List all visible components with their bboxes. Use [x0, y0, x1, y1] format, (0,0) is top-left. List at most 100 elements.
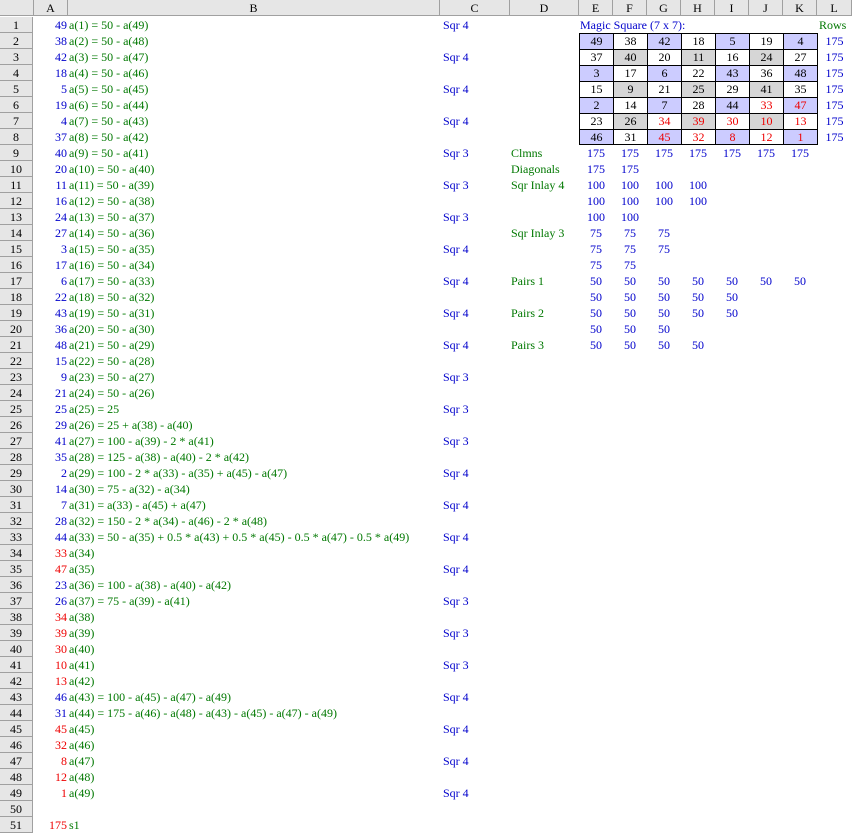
check-sum[interactable]: 50: [647, 337, 681, 353]
row-header-32[interactable]: 32: [0, 513, 33, 529]
magic-square-cell[interactable]: 27: [783, 49, 818, 65]
cell-a[interactable]: 11: [34, 177, 67, 193]
column-header-f[interactable]: F: [613, 0, 647, 16]
cell-a[interactable]: 24: [34, 209, 67, 225]
row-sum[interactable]: 175: [817, 97, 852, 113]
cell-a[interactable]: 46: [34, 689, 67, 705]
check-sum[interactable]: 50: [647, 305, 681, 321]
cell-b[interactable]: a(4) = 50 - a(46): [68, 65, 440, 81]
cell-a[interactable]: 38: [34, 33, 67, 49]
magic-square-cell[interactable]: 45: [647, 129, 681, 145]
row-header-27[interactable]: 27: [0, 433, 33, 449]
cell-a[interactable]: 16: [34, 193, 67, 209]
cell-a[interactable]: 41: [34, 433, 67, 449]
magic-square-cell[interactable]: 7: [647, 97, 681, 113]
check-sum[interactable]: 50: [681, 337, 715, 353]
check-sum[interactable]: 75: [613, 225, 647, 241]
check-sum[interactable]: 175: [579, 161, 613, 177]
row-header-17[interactable]: 17: [0, 273, 33, 289]
cell-b[interactable]: a(43) = 100 - a(45) - a(47) - a(49): [68, 689, 440, 705]
row-header-19[interactable]: 19: [0, 305, 33, 321]
row-header-11[interactable]: 11: [0, 177, 33, 193]
cell-a[interactable]: 39: [34, 625, 67, 641]
magic-square-cell[interactable]: 12: [749, 129, 783, 145]
magic-square-cell[interactable]: 19: [749, 33, 783, 49]
magic-square-cell[interactable]: 39: [681, 113, 715, 129]
row-sum[interactable]: 175: [817, 81, 852, 97]
cell-b[interactable]: a(17) = 50 - a(33): [68, 273, 440, 289]
cell-c[interactable]: Sqr 4: [443, 529, 469, 545]
row-header-46[interactable]: 46: [0, 737, 33, 753]
magic-square-cell[interactable]: 37: [579, 49, 613, 65]
magic-square-cell[interactable]: 22: [681, 65, 715, 81]
check-sum[interactable]: 175: [579, 145, 613, 161]
check-sum[interactable]: 100: [647, 177, 681, 193]
cell-b[interactable]: a(39): [68, 625, 440, 641]
cell-a[interactable]: 36: [34, 321, 67, 337]
cell-b[interactable]: a(48): [68, 769, 440, 785]
row-header-4[interactable]: 4: [0, 65, 33, 81]
column-header-c[interactable]: C: [440, 0, 510, 16]
cell-c[interactable]: Sqr 3: [443, 625, 469, 641]
cell-a[interactable]: 34: [34, 609, 67, 625]
check-sum[interactable]: 50: [579, 321, 613, 337]
column-header-j[interactable]: J: [749, 0, 783, 16]
row-header-50[interactable]: 50: [0, 801, 33, 817]
row-header-30[interactable]: 30: [0, 481, 33, 497]
cell-a[interactable]: 15: [34, 353, 67, 369]
row-header-34[interactable]: 34: [0, 545, 33, 561]
cell-b[interactable]: s1: [68, 817, 440, 833]
row-header-10[interactable]: 10: [0, 161, 33, 177]
row-header-44[interactable]: 44: [0, 705, 33, 721]
cell-b[interactable]: a(40): [68, 641, 440, 657]
cell-a[interactable]: 43: [34, 305, 67, 321]
magic-square-cell[interactable]: 24: [749, 49, 783, 65]
cell-a[interactable]: 14: [34, 481, 67, 497]
cell-c[interactable]: Sqr 3: [443, 433, 469, 449]
check-sum[interactable]: 50: [749, 273, 783, 289]
row-header-25[interactable]: 25: [0, 401, 33, 417]
magic-square-cell[interactable]: 20: [647, 49, 681, 65]
cell-a[interactable]: 47: [34, 561, 67, 577]
magic-square-cell[interactable]: 38: [613, 33, 647, 49]
cell-a[interactable]: 45: [34, 721, 67, 737]
row-header-45[interactable]: 45: [0, 721, 33, 737]
check-sum[interactable]: 100: [579, 209, 613, 225]
cell-b[interactable]: a(8) = 50 - a(42): [68, 129, 440, 145]
check-sum[interactable]: 50: [613, 337, 647, 353]
check-sum[interactable]: 50: [783, 273, 817, 289]
cell-a[interactable]: 18: [34, 65, 67, 81]
cell-b[interactable]: a(37) = 75 - a(39) - a(41): [68, 593, 440, 609]
cell-a[interactable]: 32: [34, 737, 67, 753]
row-header-8[interactable]: 8: [0, 129, 33, 145]
magic-square-cell[interactable]: 14: [613, 97, 647, 113]
cell-a[interactable]: 31: [34, 705, 67, 721]
check-sum[interactable]: 175: [613, 161, 647, 177]
cell-c[interactable]: Sqr 4: [443, 81, 469, 97]
cell-b[interactable]: a(33) = 50 - a(35) + 0.5 * a(43) + 0.5 *…: [68, 529, 440, 545]
column-header-i[interactable]: I: [715, 0, 749, 16]
corner-cell[interactable]: [0, 0, 34, 16]
row-header-15[interactable]: 15: [0, 241, 33, 257]
cell-c[interactable]: Sqr 4: [443, 113, 469, 129]
cell-a[interactable]: 13: [34, 673, 67, 689]
row-sum[interactable]: 175: [817, 49, 852, 65]
column-header-a[interactable]: A: [34, 0, 68, 16]
row-header-33[interactable]: 33: [0, 529, 33, 545]
column-header-h[interactable]: H: [681, 0, 715, 16]
cell-c[interactable]: Sqr 4: [443, 753, 469, 769]
row-header-38[interactable]: 38: [0, 609, 33, 625]
row-header-16[interactable]: 16: [0, 257, 33, 273]
column-header-b[interactable]: B: [68, 0, 440, 16]
check-sum[interactable]: 75: [613, 257, 647, 273]
magic-square-cell[interactable]: 11: [681, 49, 715, 65]
check-sum[interactable]: 100: [681, 177, 715, 193]
cell-a[interactable]: 35: [34, 449, 67, 465]
magic-square-cell[interactable]: 1: [783, 129, 818, 145]
cell-b[interactable]: a(5) = 50 - a(45): [68, 81, 440, 97]
cell-b[interactable]: a(18) = 50 - a(32): [68, 289, 440, 305]
row-header-41[interactable]: 41: [0, 657, 33, 673]
check-sum[interactable]: 75: [647, 225, 681, 241]
magic-square-cell[interactable]: 9: [613, 81, 647, 97]
cell-a[interactable]: 20: [34, 161, 67, 177]
